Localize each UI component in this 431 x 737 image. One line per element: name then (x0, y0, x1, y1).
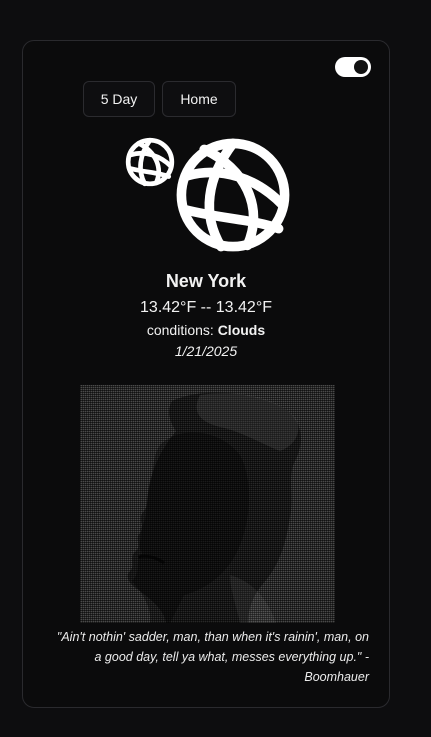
home-button[interactable]: Home (162, 81, 236, 117)
globe-icon (125, 137, 175, 187)
temperature-range: 13.42°F -- 13.42°F (140, 299, 272, 316)
conditions-label: conditions: (146, 322, 218, 338)
conditions-value: Clouds (217, 322, 266, 338)
weather-card: 5 Day Home New York 13.42°F -- 13.42°F c… (22, 40, 390, 708)
theme-toggle[interactable] (335, 57, 371, 77)
five-day-button[interactable]: 5 Day (83, 81, 155, 117)
boomhauer-quote: "Ain't nothin' sadder, man, than when it… (56, 630, 369, 684)
toggle-knob (354, 60, 368, 74)
conditions-line: conditions: Clouds (23, 322, 389, 338)
city-name: New York (165, 271, 247, 291)
boomhauer-portrait-image (80, 385, 335, 623)
globe-icon (176, 138, 290, 252)
forecast-date: 1/21/2025 (174, 343, 238, 359)
